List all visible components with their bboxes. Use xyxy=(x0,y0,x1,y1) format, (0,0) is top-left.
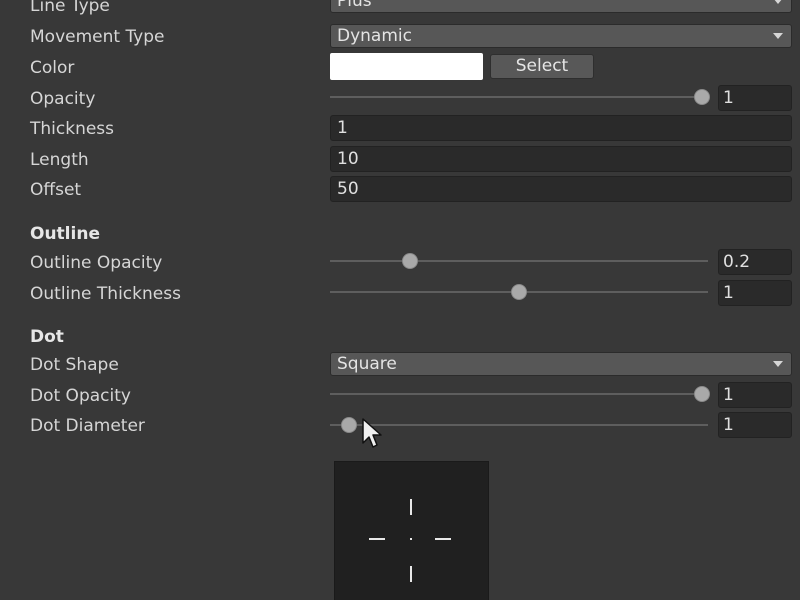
crosshair-settings-panel: Line Type Plus Movement Type Dynamic Col… xyxy=(0,0,800,600)
length-value: 10 xyxy=(337,149,359,169)
chevron-down-icon xyxy=(773,361,783,367)
outline-thickness-row: Outline Thickness xyxy=(0,281,800,309)
chevron-down-icon xyxy=(773,33,783,39)
dot-diameter-slider[interactable] xyxy=(330,424,708,426)
outline-thickness-value: 1 xyxy=(723,283,734,303)
dot-opacity-value: 1 xyxy=(723,385,734,405)
outline-thickness-slider-handle[interactable] xyxy=(511,284,527,300)
dot-opacity-row: Dot Opacity xyxy=(0,383,800,411)
line-type-row: Line Type Plus xyxy=(0,0,800,21)
outline-opacity-row: Outline Opacity xyxy=(0,250,800,278)
select-color-button[interactable]: Select xyxy=(490,54,594,79)
outline-opacity-input[interactable]: 0.2 xyxy=(718,249,792,275)
opacity-slider-handle[interactable] xyxy=(694,89,710,105)
dot-diameter-slider-handle[interactable] xyxy=(341,417,357,433)
chevron-down-icon xyxy=(773,0,783,4)
outline-opacity-slider-handle[interactable] xyxy=(402,253,418,269)
outline-thickness-label: Outline Thickness xyxy=(30,284,181,304)
line-type-dropdown[interactable]: Plus xyxy=(330,0,792,13)
opacity-input[interactable]: 1 xyxy=(718,85,792,111)
thickness-input[interactable]: 1 xyxy=(330,115,792,141)
offset-input[interactable]: 50 xyxy=(330,176,792,202)
movement-type-row: Movement Type Dynamic xyxy=(0,24,800,52)
opacity-row: Opacity xyxy=(0,86,800,114)
crosshair-left-line xyxy=(369,538,385,540)
dot-diameter-input[interactable]: 1 xyxy=(718,412,792,438)
outline-heading: Outline xyxy=(30,224,100,244)
dot-diameter-row: Dot Diameter xyxy=(0,413,800,441)
dot-shape-dropdown[interactable]: Square xyxy=(330,352,792,376)
dot-opacity-input[interactable]: 1 xyxy=(718,382,792,408)
outline-opacity-slider[interactable] xyxy=(330,260,708,262)
dot-shape-label: Dot Shape xyxy=(30,355,119,375)
line-type-label: Line Type xyxy=(30,0,110,16)
length-input[interactable]: 10 xyxy=(330,146,792,172)
outline-thickness-input[interactable]: 1 xyxy=(718,280,792,306)
outline-opacity-value: 0.2 xyxy=(723,252,751,272)
outline-opacity-label: Outline Opacity xyxy=(30,253,163,273)
thickness-value: 1 xyxy=(337,118,348,138)
offset-label: Offset xyxy=(30,180,82,200)
mouse-cursor-icon xyxy=(362,418,382,448)
crosshair-center-dot xyxy=(410,538,412,540)
opacity-slider[interactable] xyxy=(330,96,708,98)
dot-diameter-label: Dot Diameter xyxy=(30,416,145,436)
color-swatch[interactable] xyxy=(330,53,483,80)
offset-value: 50 xyxy=(337,179,359,199)
dot-opacity-label: Dot Opacity xyxy=(30,386,131,406)
thickness-label: Thickness xyxy=(30,119,115,139)
color-label: Color xyxy=(30,58,75,78)
movement-type-dropdown[interactable]: Dynamic xyxy=(330,24,792,48)
line-type-value: Plus xyxy=(337,0,372,11)
crosshair-right-line xyxy=(435,538,451,540)
opacity-label: Opacity xyxy=(30,89,96,109)
crosshair-preview xyxy=(334,461,489,600)
crosshair-top-line xyxy=(410,499,412,515)
movement-type-label: Movement Type xyxy=(30,27,165,47)
movement-type-value: Dynamic xyxy=(337,26,412,46)
dot-opacity-slider[interactable] xyxy=(330,393,708,395)
dot-shape-value: Square xyxy=(337,354,397,374)
opacity-value: 1 xyxy=(723,88,734,108)
dot-shape-row: Dot Shape Square xyxy=(0,352,800,380)
dot-diameter-value: 1 xyxy=(723,415,734,435)
length-label: Length xyxy=(30,150,89,170)
dot-heading: Dot xyxy=(30,327,64,347)
crosshair-bottom-line xyxy=(410,566,412,582)
dot-opacity-slider-handle[interactable] xyxy=(694,386,710,402)
